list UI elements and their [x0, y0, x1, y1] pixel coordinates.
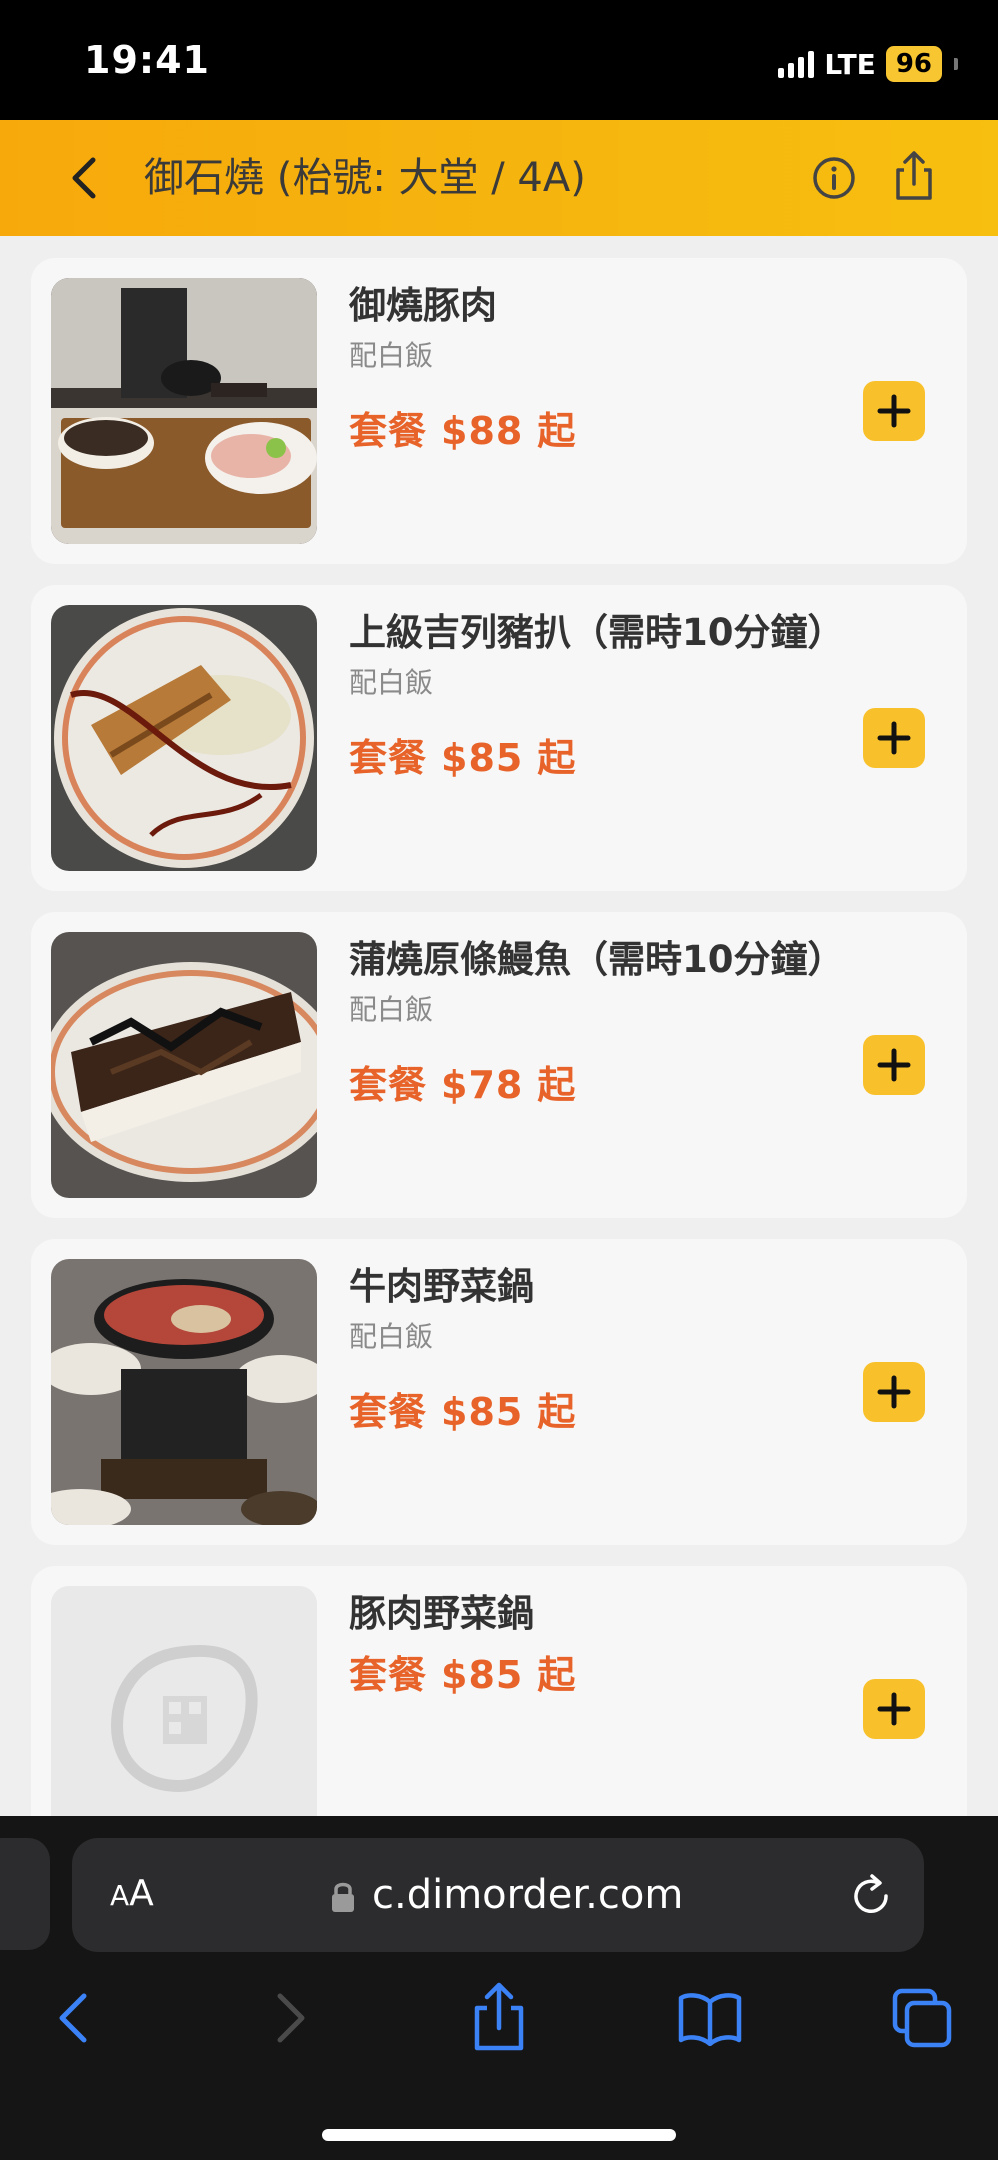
status-indicators: LTE 96 — [778, 44, 958, 84]
menu-item-image[interactable] — [51, 278, 317, 544]
menu-item-card[interactable]: 牛肉野菜鍋 配白飯 套餐 $85 起 — [31, 1239, 967, 1545]
back-button[interactable] — [56, 150, 112, 206]
share-icon — [896, 151, 932, 200]
app-header: 御石燒 (枱號: 大堂 / 4A) — [0, 120, 998, 236]
price-value: $78 — [441, 1063, 524, 1107]
menu-item-name: 蒲燒原條鰻魚（需時10分鐘） — [349, 938, 845, 981]
status-time: 19:41 — [84, 38, 210, 82]
menu-item-image[interactable] — [51, 932, 317, 1198]
menu-item-desc: 配白飯 — [349, 666, 434, 699]
reload-icon — [854, 1874, 888, 1913]
lock-icon — [332, 1882, 354, 1912]
menu-item-price: 套餐 $88 起 — [349, 404, 849, 458]
price-prefix: 套餐 — [349, 409, 428, 453]
menu-item-name: 上級吉列豬扒（需時10分鐘） — [349, 611, 845, 654]
battery-level: 96 — [895, 49, 932, 79]
browser-share-button[interactable] — [459, 1978, 539, 2058]
menu-item-name: 豚肉野菜鍋 — [349, 1592, 534, 1635]
menu-item-price: 套餐 $85 起 — [349, 1385, 849, 1439]
menu-item-image[interactable] — [51, 1259, 317, 1525]
add-to-cart-button[interactable] — [863, 1035, 925, 1095]
eel-photo — [51, 932, 317, 1198]
price-suffix: 起 — [537, 1390, 577, 1434]
menu-item-price: 套餐 $85 起 — [349, 731, 849, 785]
price-value: $85 — [441, 1390, 524, 1434]
chevron-left-icon — [72, 157, 96, 199]
add-to-cart-button[interactable] — [863, 381, 925, 441]
menu-item-desc: 配白飯 — [349, 993, 434, 1026]
browser-bookmarks-button[interactable] — [670, 1978, 750, 2058]
add-to-cart-button[interactable] — [863, 1679, 925, 1739]
pork-cutlet-photo — [51, 605, 317, 871]
menu-item-desc: 配白飯 — [349, 339, 434, 372]
browser-forward-button[interactable] — [250, 1978, 330, 2058]
previous-tab-peek[interactable] — [0, 1838, 50, 1950]
battery-icon: 96 — [885, 46, 942, 82]
plus-icon — [877, 394, 911, 428]
tabs-icon — [892, 1988, 952, 2048]
menu-item-name: 牛肉野菜鍋 — [349, 1265, 534, 1308]
reload-button[interactable] — [846, 1870, 896, 1920]
network-type: LTE — [824, 47, 876, 81]
reader-settings-button[interactable]: AA — [110, 1872, 154, 1918]
placeholder-logo-icon — [51, 1586, 317, 1816]
share-icon — [474, 1982, 524, 2051]
menu-item-info: 豚肉野菜鍋 套餐 $85 起 — [349, 1588, 849, 1702]
browser-tabs-button[interactable] — [882, 1978, 962, 2058]
info-button[interactable] — [808, 152, 860, 204]
add-to-cart-button[interactable] — [863, 1362, 925, 1422]
bookmarks-icon — [678, 1993, 742, 2046]
page-title: 御石燒 (枱號: 大堂 / 4A) — [144, 155, 586, 201]
back-icon — [59, 1993, 87, 2043]
home-indicator — [322, 2129, 676, 2141]
add-to-cart-button[interactable] — [863, 708, 925, 768]
price-prefix: 套餐 — [349, 1653, 428, 1697]
menu-item-card[interactable]: 豚肉野菜鍋 套餐 $85 起 — [31, 1566, 967, 1816]
menu-item-desc: 配白飯 — [349, 1320, 434, 1353]
menu-item-image[interactable] — [51, 1586, 317, 1816]
price-prefix: 套餐 — [349, 1390, 428, 1434]
plus-icon — [877, 721, 911, 755]
menu-item-image[interactable] — [51, 605, 317, 871]
menu-item-card[interactable]: 上級吉列豬扒（需時10分鐘） 配白飯 套餐 $85 起 — [31, 585, 967, 891]
menu-list[interactable]: 御燒豚肉 配白飯 套餐 $88 起 上級吉列豬扒（需時10分鐘） 配白飯 套餐 … — [0, 236, 998, 1816]
price-prefix: 套餐 — [349, 1063, 428, 1107]
menu-item-info: 蒲燒原條鰻魚（需時10分鐘） 配白飯 套餐 $78 起 — [349, 934, 849, 1112]
menu-item-card[interactable]: 蒲燒原條鰻魚（需時10分鐘） 配白飯 套餐 $78 起 — [31, 912, 967, 1218]
page: 19:41 LTE 96 御石燒 (枱號: 大堂 / 4A) 御燒豚肉 配白飯 … — [0, 0, 998, 2160]
signal-icon — [778, 50, 815, 78]
address-bar[interactable]: AA c.dimorder.com — [72, 1838, 924, 1952]
menu-item-info: 御燒豚肉 配白飯 套餐 $88 起 — [349, 280, 849, 458]
status-bar: 19:41 LTE 96 — [0, 0, 998, 120]
price-value: $85 — [441, 1653, 524, 1697]
browser-toolbar: AA c.dimorder.com — [0, 1816, 998, 2160]
share-button[interactable] — [888, 148, 940, 204]
plus-icon — [877, 1375, 911, 1409]
plus-icon — [877, 1692, 911, 1726]
price-suffix: 起 — [537, 1063, 577, 1107]
forward-icon — [277, 1993, 305, 2043]
price-suffix: 起 — [537, 1653, 577, 1697]
info-circle-icon — [813, 157, 855, 199]
menu-item-price: 套餐 $78 起 — [349, 1058, 849, 1112]
price-prefix: 套餐 — [349, 736, 428, 780]
aa-small-label: A — [110, 1879, 130, 1912]
menu-item-price: 套餐 $85 起 — [349, 1648, 849, 1702]
menu-item-card[interactable]: 御燒豚肉 配白飯 套餐 $88 起 — [31, 258, 967, 564]
browser-back-button[interactable] — [34, 1978, 114, 2058]
price-suffix: 起 — [537, 736, 577, 780]
price-value: $88 — [441, 409, 524, 453]
pork-set-photo — [51, 278, 317, 544]
battery-tip — [954, 58, 958, 70]
price-suffix: 起 — [537, 409, 577, 453]
aa-large-label: A — [129, 1873, 154, 1914]
url-text: c.dimorder.com — [372, 1872, 684, 1918]
beef-hotpot-photo — [51, 1259, 317, 1525]
plus-icon — [877, 1048, 911, 1082]
menu-item-info: 上級吉列豬扒（需時10分鐘） 配白飯 套餐 $85 起 — [349, 607, 849, 785]
menu-item-info: 牛肉野菜鍋 配白飯 套餐 $85 起 — [349, 1261, 849, 1439]
price-value: $85 — [441, 736, 524, 780]
menu-item-name: 御燒豚肉 — [349, 284, 497, 327]
